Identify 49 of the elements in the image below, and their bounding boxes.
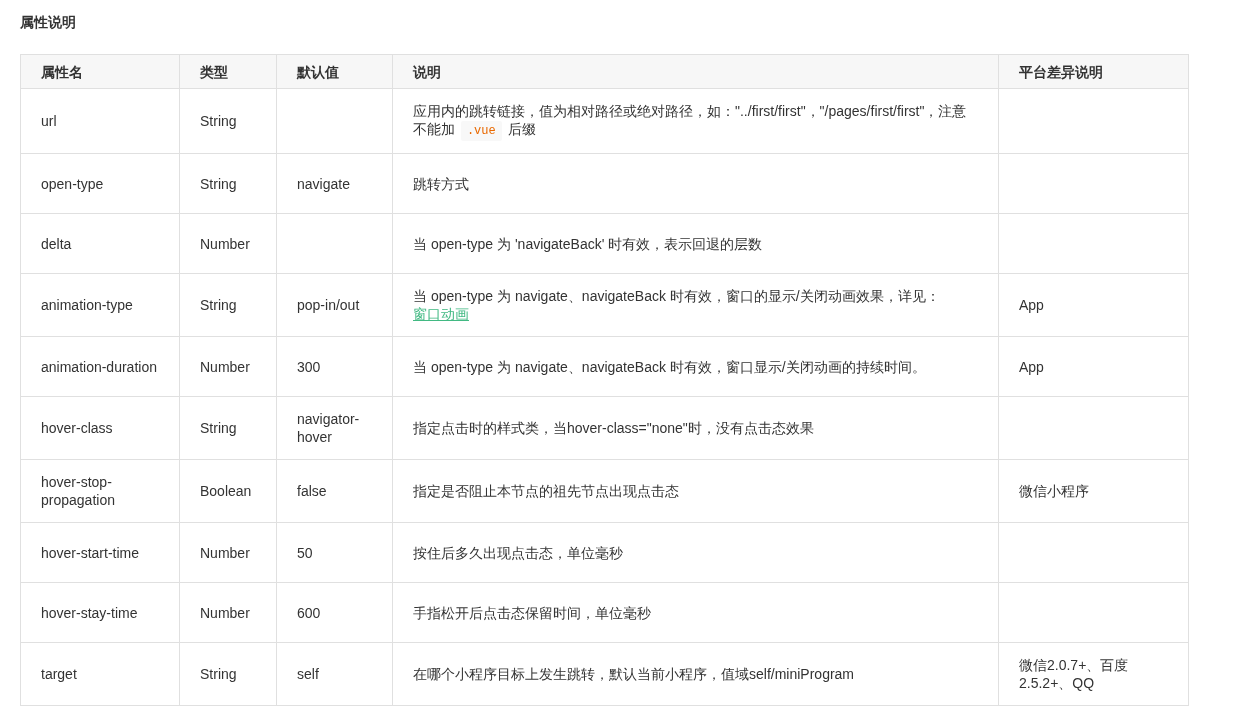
table-cell: 微信2.0.7+、百度2.5.2+、QQ	[1019, 657, 1129, 691]
table-cell: animation-duration	[41, 358, 157, 375]
table-cell: 50	[297, 544, 313, 561]
table-cell: String	[200, 420, 237, 436]
table-cell: String	[200, 175, 237, 192]
column-header: 平台差异说明	[998, 54, 1189, 89]
column-header: 属性名	[20, 54, 180, 89]
table-cell: Number	[200, 235, 250, 252]
column-header: 类型	[179, 54, 277, 89]
table-cell: 微信小程序	[1019, 483, 1089, 499]
table-cell: Number	[200, 604, 250, 621]
doc-link[interactable]: 窗口动画	[413, 306, 469, 322]
table-cell: hover-class	[41, 420, 113, 436]
table-cell: delta	[41, 235, 72, 252]
description-text: 手指松开后点击态保留时间，单位毫秒	[413, 604, 651, 621]
description-text: 指定点击时的样式类，当hover-class="none"时，没有点击态效果	[413, 420, 814, 436]
table-cell: String	[200, 297, 237, 313]
column-header: 说明	[392, 54, 999, 89]
table-cell: animation-type	[41, 297, 133, 313]
table-cell: false	[297, 483, 327, 499]
description-text: 指定是否阻止本节点的祖先节点出现点击态	[413, 483, 679, 499]
table-cell: hover-start-time	[41, 544, 140, 561]
table-cell: target	[41, 666, 77, 682]
section-title: 属性说明	[20, 13, 77, 32]
table-cell: String	[200, 666, 237, 682]
column-header: 默认值	[276, 54, 393, 89]
table-cell: url	[41, 113, 57, 129]
table-cell: open-type	[41, 175, 104, 192]
description-text: 当 open-type 为 navigate、navigateBack 时有效，窗口的显示/关闭动画效果，详见： 窗口动画	[413, 288, 940, 322]
description-text: 当 open-type 为 'navigateBack' 时有效，表示回退的层数	[413, 235, 763, 252]
table-cell: 600	[297, 604, 321, 621]
description-text: 在哪个小程序目标上发生跳转，默认当前小程序，值域self/miniProgram	[413, 666, 855, 682]
table-cell: String	[200, 113, 237, 129]
description-text: 跳转方式	[413, 175, 469, 192]
description-text: 当 open-type 为 navigate、navigateBack 时有效，窗口显示/关闭动画的持续时间。	[413, 358, 926, 375]
table-cell: self	[297, 666, 319, 682]
table-cell: App	[1019, 297, 1044, 313]
table-cell: navigate	[297, 175, 350, 192]
table-cell: pop-in/out	[297, 297, 360, 313]
table-cell: Number	[200, 544, 250, 561]
description-text: 按住后多久出现点击态，单位毫秒	[413, 544, 623, 561]
table-cell: 300	[297, 358, 321, 375]
table-cell: navigator-hover	[297, 411, 360, 445]
table-cell: Number	[200, 358, 250, 375]
table-cell: Boolean	[200, 483, 252, 499]
table-cell: hover-stay-time	[41, 604, 138, 621]
table-cell: hover-stop-propagation	[41, 474, 115, 508]
table-cell: App	[1019, 358, 1044, 375]
inline-code: .vue	[460, 121, 502, 141]
